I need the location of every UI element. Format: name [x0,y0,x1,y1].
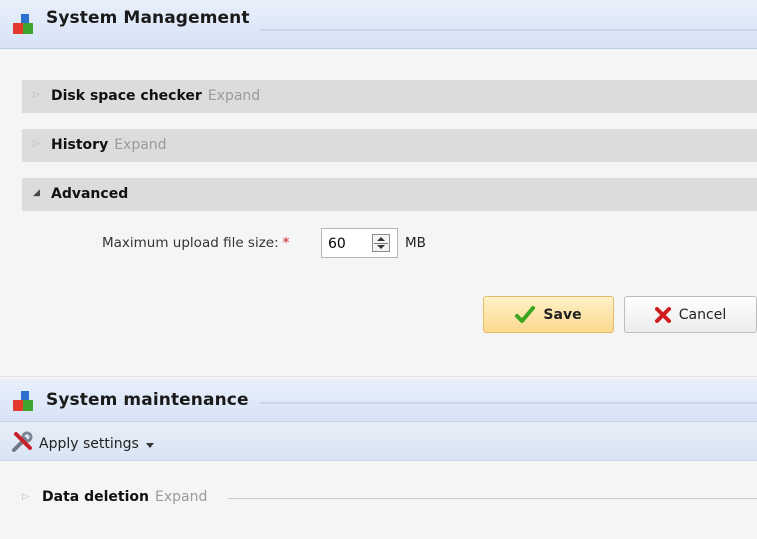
section-data-deletion[interactable]: ▷ Data deletion Expand [22,489,757,509]
section-divider [228,498,757,499]
section-disk-space-checker[interactable]: ▷ Disk space checker Expand [22,80,757,113]
max-upload-field [321,228,398,258]
section-header-title: System maintenance [46,390,249,410]
apply-settings-label: Apply settings [39,436,139,452]
section-title: Data deletion [42,489,149,505]
spinner-icon[interactable] [372,234,390,252]
max-upload-label: Maximum upload file size: * [102,235,290,251]
expand-link[interactable]: Expand [155,489,207,505]
app-logo-icon [13,14,33,34]
spinner-down[interactable] [377,245,385,249]
x-icon [654,306,671,323]
cancel-button[interactable]: Cancel [624,296,757,333]
spinner-up[interactable] [377,237,385,241]
panel-divider [0,376,757,377]
apply-settings-button[interactable]: Apply settings [11,431,154,457]
cancel-label: Cancel [678,306,727,323]
header-divider [260,402,757,404]
required-marker: * [282,235,290,251]
section-advanced[interactable]: ◢ Advanced [22,178,757,211]
save-button[interactable]: Save [483,296,614,333]
collapsed-triangle-icon: ▷ [33,90,40,100]
maintenance-toolbar: Apply settings [0,421,757,461]
section-history[interactable]: ▷ History Expand [22,129,757,162]
chevron-down-icon [145,442,154,448]
expand-link[interactable]: Expand [208,88,260,104]
collapsed-triangle-icon: ▷ [22,492,29,502]
expanded-triangle-icon: ◢ [33,188,40,198]
section-title: History [51,137,109,153]
system-maintenance-header: System maintenance [0,379,757,422]
section-title: Disk space checker [51,88,202,104]
expand-link[interactable]: Expand [114,137,166,153]
section-title: Advanced [51,186,129,202]
tools-icon [11,431,33,457]
checkmark-icon [515,305,536,324]
page-title: System Management [46,8,250,28]
system-management-header: System Management [0,0,757,49]
max-upload-input[interactable] [328,235,364,253]
unit-label: MB [405,235,426,251]
app-logo-icon [13,391,33,411]
header-divider [260,29,757,31]
collapsed-triangle-icon: ▷ [33,139,40,149]
save-label: Save [543,306,582,323]
